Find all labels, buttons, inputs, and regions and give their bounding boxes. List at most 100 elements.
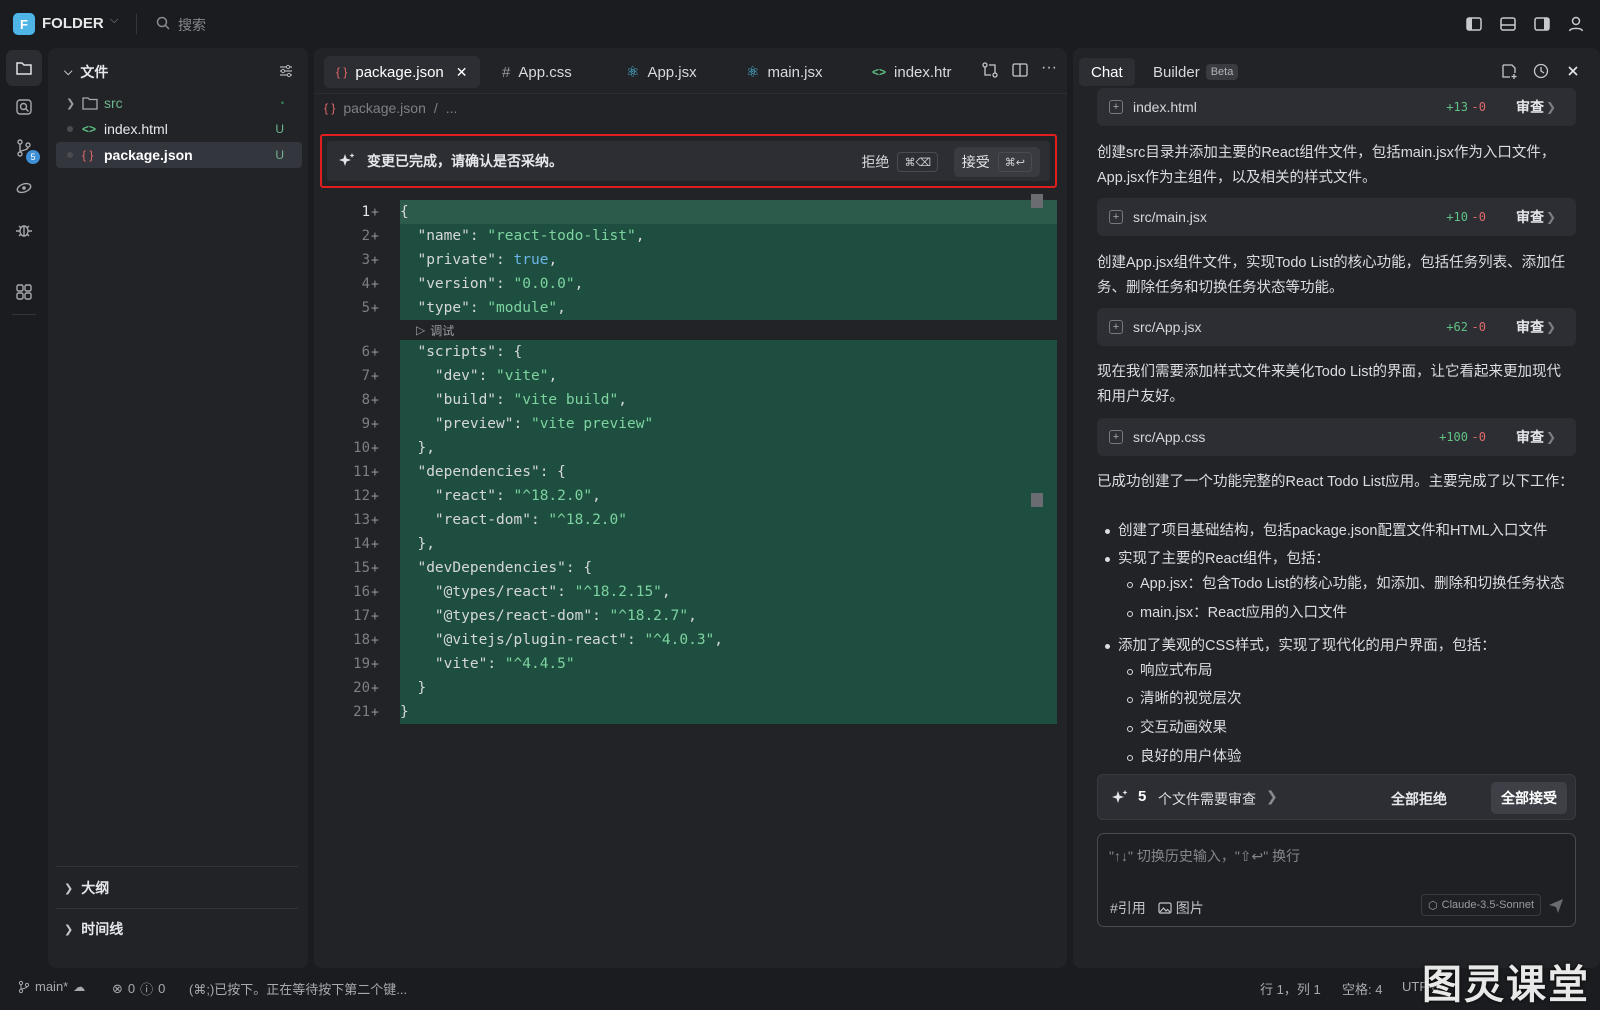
added-marker: + (371, 632, 379, 648)
breadcrumb-more[interactable]: ... (446, 100, 458, 116)
code-line[interactable]: 8 + "build": "vite build", (314, 388, 1067, 412)
toggle-bottom-panel-icon[interactable] (1498, 14, 1518, 34)
code-line[interactable]: 14 + }, (314, 532, 1067, 556)
code-line[interactable]: 18 + "@vitejs/plugin-react": "^4.0.3", (314, 628, 1067, 652)
file-change-card[interactable]: + src/App.jsx +62 -0 审查 ❯ (1097, 308, 1576, 346)
filter-icon[interactable] (278, 63, 294, 79)
branch-indicator[interactable]: main* ☁ (18, 979, 85, 994)
list-item: App.jsx：包含Todo List的核心功能，如添加、删除和切换任务状态 (1127, 576, 1565, 592)
divider (136, 14, 137, 34)
code-text: "type": "module", (417, 300, 566, 316)
tab-app-jsx[interactable]: ⚛ App.jsx (614, 56, 709, 88)
code-line[interactable]: 13 + "react-dom": "^18.2.0" (314, 508, 1067, 532)
code-line[interactable]: 5 + "type": "module", (314, 296, 1067, 320)
file-change-card[interactable]: + src/App.css +100 -0 审查 ❯ (1097, 418, 1576, 456)
code-line[interactable]: 4 + "version": "0.0.0", (314, 272, 1067, 296)
file-change-card[interactable]: + index.html +13 -0 审查 ❯ (1097, 88, 1576, 126)
explorer-icon[interactable] (6, 50, 42, 86)
tree-item-package-json[interactable]: { } package.json U (56, 142, 302, 168)
split-editor-icon[interactable] (1011, 61, 1029, 79)
extensions-icon[interactable] (6, 274, 42, 310)
new-chat-icon[interactable] (1500, 62, 1518, 80)
code-line[interactable]: 12 + "react": "^18.2.0", (314, 484, 1067, 508)
accept-all-button[interactable]: 全部接受 (1491, 782, 1567, 814)
chat-input[interactable]: "↑↓" 切换历史输入，"⇧↩" 换行 #引用 图片 ⬡ Claude-3.5-… (1097, 833, 1576, 927)
status-message: (⌘;)已按下。正在等待按下第二个键... (189, 982, 408, 997)
send-icon[interactable] (1547, 896, 1565, 914)
image-button[interactable]: 图片 (1158, 898, 1204, 918)
code-line[interactable]: 6 + "scripts": { (314, 340, 1067, 364)
tree-item-src[interactable]: ❯ src • (56, 90, 302, 116)
code-line[interactable]: 15 + "devDependencies": { (314, 556, 1067, 580)
review-button[interactable]: 审查 (1516, 207, 1544, 227)
code-area[interactable]: 1 +{2 + "name": "react-todo-list", 3 + "priv… (314, 200, 1067, 790)
review-button[interactable]: 审查 (1516, 427, 1544, 447)
debug-codelens[interactable]: ▷ 调试 (416, 320, 454, 340)
code-line[interactable]: 21 +} (314, 700, 1067, 724)
code-line[interactable]: 3 + "private": true, (314, 248, 1067, 272)
chevron-down-icon[interactable]: ⌵ (110, 14, 118, 27)
reject-all-button[interactable]: 全部拒绝 (1391, 789, 1447, 809)
code-line[interactable]: 2 + "name": "react-todo-list", (314, 224, 1067, 248)
code-line[interactable]: 9 + "preview": "vite preview" (314, 412, 1067, 436)
code-line[interactable]: 19 + "vite": "^4.4.5" (314, 652, 1067, 676)
code-text: "build": "vite build", (434, 392, 627, 408)
tab-main-jsx[interactable]: ⚛ main.jsx (734, 56, 834, 88)
code-line[interactable]: 11 + "dependencies": { (314, 460, 1067, 484)
app-logo[interactable]: F (13, 13, 35, 35)
code-line[interactable]: 10 + }, (314, 436, 1067, 460)
code-line[interactable]: 20 + } (314, 676, 1067, 700)
breadcrumb-file[interactable]: package.json (343, 100, 426, 116)
tab-package-json[interactable]: { } package.json ✕ (324, 56, 480, 88)
problems-indicator[interactable]: ⊗ 0 ⓘ 0 (112, 979, 165, 998)
more-icon[interactable]: ··· (1041, 60, 1057, 79)
tab-index-html[interactable]: <> index.htr (860, 56, 960, 88)
expand-icon: + (1109, 430, 1123, 444)
remote-icon[interactable] (6, 170, 42, 206)
review-button[interactable]: 审查 (1516, 97, 1544, 117)
explorer-header[interactable]: ⌵ 文件 (64, 62, 108, 82)
code-line[interactable]: 16 + "@types/react": "^18.2.15", (314, 580, 1067, 604)
tab-builder[interactable]: Builder Beta (1141, 58, 1250, 86)
accept-button[interactable]: 接受 ⌘↩ (953, 147, 1040, 177)
reference-button[interactable]: #引用 (1110, 898, 1146, 918)
chevron-right-icon: ❯ (1545, 210, 1556, 224)
search-code-icon[interactable] (6, 89, 42, 125)
cursor-position[interactable]: 行 1，列 1 (1260, 979, 1321, 998)
close-icon[interactable]: ✕ (456, 64, 468, 81)
indentation[interactable]: 空格: 4 (1342, 979, 1382, 998)
line-number: 7 (361, 368, 370, 384)
tab-chat[interactable]: Chat (1079, 58, 1135, 86)
lines-removed: -0 (1471, 100, 1486, 114)
code-line[interactable]: 7 + "dev": "vite", (314, 364, 1067, 388)
pending-files-label[interactable]: 个文件需要审查 (1158, 789, 1256, 809)
search-input[interactable]: 搜索 (178, 15, 206, 35)
reject-button[interactable]: 拒绝 ⌘⌫ (861, 149, 938, 175)
cloud-sync-icon[interactable]: ☁ (73, 980, 85, 994)
tab-app-css[interactable]: # App.css (490, 56, 584, 88)
code-line[interactable]: 1 + { (314, 200, 1067, 224)
close-icon[interactable] (1564, 62, 1582, 80)
debug-icon[interactable] (6, 212, 42, 248)
scroll-marker[interactable] (1031, 493, 1043, 507)
account-icon[interactable] (1566, 14, 1586, 34)
history-icon[interactable] (1532, 62, 1550, 80)
toggle-right-panel-icon[interactable] (1532, 14, 1552, 34)
model-selector[interactable]: ⬡ Claude-3.5-Sonnet (1421, 894, 1541, 916)
outline-header[interactable]: ❯ 大纲 (64, 878, 109, 898)
chat-panel: Chat Builder Beta + index.html +13 -0 审查… (1073, 48, 1600, 968)
review-button[interactable]: 审查 (1516, 317, 1544, 337)
source-control-icon[interactable]: 5 (6, 130, 42, 166)
workspace-name[interactable]: FOLDER (42, 15, 104, 32)
file-change-card[interactable]: + src/main.jsx +10 -0 审查 ❯ (1097, 198, 1576, 236)
code-line[interactable]: 17 + "@types/react-dom": "^18.2.7", (314, 604, 1067, 628)
chevron-right-icon[interactable]: ❯ (1266, 788, 1278, 805)
toggle-left-panel-icon[interactable] (1464, 14, 1484, 34)
react-icon: ⚛ (626, 64, 640, 81)
added-line-highlight (400, 200, 1057, 224)
scroll-marker[interactable] (1031, 194, 1043, 208)
timeline-header[interactable]: ❯ 时间线 (64, 919, 123, 939)
tree-item-index-html[interactable]: <> index.html U (56, 116, 302, 142)
branch-name: main* (35, 979, 69, 994)
compare-changes-icon[interactable] (981, 61, 999, 79)
